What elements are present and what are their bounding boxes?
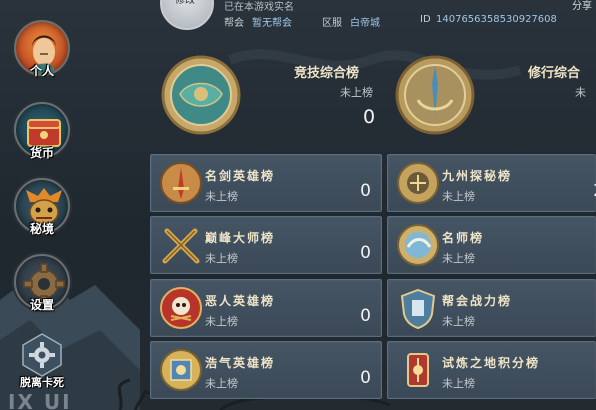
- avatar-edit-label[interactable]: 修改: [175, 0, 195, 6]
- ranking-card[interactable]: 名剑英雄榜 未上榜 0: [150, 154, 382, 212]
- server-value: 白帝城: [350, 18, 380, 29]
- unstuck-gear-icon: [19, 332, 65, 378]
- ranking-title: 恶人英雄榜: [205, 294, 276, 308]
- ranking-title: 试炼之地积分榜: [442, 356, 541, 370]
- sidebar-item-currency-label: 货币: [29, 146, 54, 160]
- explorer-emblem-icon: [397, 162, 439, 204]
- jade-medal-icon: [161, 55, 241, 135]
- ranking-status: 未上榜: [442, 315, 475, 328]
- share-button[interactable]: 分享: [572, 0, 592, 12]
- ranking-arena-overall[interactable]: 竞技综合榜 未上榜 0: [160, 54, 382, 144]
- player-header: 修改 已在本游戏实名 帮会 暂无帮会 区服 白帝城 ID 14076563585…: [160, 0, 596, 30]
- avatar[interactable]: 修改: [160, 0, 214, 30]
- skull-emblem-icon: [160, 287, 202, 329]
- ranking-status: 未: [575, 86, 586, 99]
- ranking-status: 未上榜: [205, 252, 238, 265]
- guild-label: 帮会: [224, 18, 244, 29]
- ranking-value: 0: [360, 181, 371, 201]
- server-label: 区服: [322, 18, 342, 29]
- ranking-cultivation-overall[interactable]: 修行综合 未: [394, 54, 596, 144]
- ranking-value: 0: [360, 306, 371, 326]
- ranking-card[interactable]: 浩气英雄榜 未上榜 0: [150, 341, 382, 399]
- ranking-value: 0: [360, 368, 371, 388]
- master-emblem-icon: [397, 224, 439, 266]
- ranking-status: 未上榜: [442, 377, 475, 390]
- ranking-card[interactable]: 帮会战力榜 未上榜: [387, 279, 596, 337]
- ranking-title: 竞技综合榜: [294, 66, 360, 81]
- ranking-value: 0: [363, 106, 376, 128]
- sidebar-item-secret-realm-label: 秘境: [29, 222, 54, 236]
- gold-medal-icon: [395, 55, 475, 135]
- sidebar-item-currency[interactable]: 货币: [10, 102, 74, 176]
- ranking-status: 未上榜: [205, 315, 238, 328]
- ranking-card[interactable]: 九州探秘榜 未上榜 2: [387, 154, 596, 212]
- sidebar-item-personal[interactable]: 个人: [10, 20, 74, 94]
- sidebar: 个人 货币 秘境 设置 脱离卡死: [0, 20, 90, 410]
- ranking-card[interactable]: 名师榜 未上榜: [387, 216, 596, 274]
- ranking-card[interactable]: 巅峰大师榜 未上榜 0: [150, 216, 382, 274]
- id-value: 1407656358530927608: [436, 14, 557, 25]
- ranking-status: 未上榜: [205, 190, 238, 203]
- ranking-card[interactable]: 试炼之地积分榜 未上榜: [387, 341, 596, 399]
- guild-value: 暂无帮会: [252, 18, 292, 29]
- ranking-value: 0: [360, 243, 371, 263]
- ranking-status: 未上榜: [340, 86, 373, 99]
- sidebar-item-secret-realm[interactable]: 秘境: [10, 178, 74, 252]
- ranking-card[interactable]: 恶人英雄榜 未上榜 0: [150, 279, 382, 337]
- ranking-title: 浩气英雄榜: [205, 356, 276, 370]
- ranking-status: 未上榜: [205, 377, 238, 390]
- id-label: ID: [420, 14, 431, 25]
- sidebar-item-unstuck-label: 脱离卡死: [20, 376, 64, 389]
- background-glyph: IX UI: [8, 390, 72, 410]
- sidebar-item-settings[interactable]: 设置: [10, 254, 74, 328]
- sidebar-item-personal-label: 个人: [29, 64, 54, 78]
- guild-shield-icon: [400, 288, 436, 330]
- righteous-emblem-icon: [160, 349, 202, 391]
- ranking-status: 未上榜: [442, 252, 475, 265]
- trial-emblem-icon: [407, 353, 429, 387]
- ranking-title: 巅峰大师榜: [205, 231, 276, 245]
- ranking-title: 名剑英雄榜: [205, 169, 276, 183]
- ranking-title: 帮会战力榜: [442, 294, 513, 308]
- realname-status: 已在本游戏实名: [224, 2, 294, 13]
- ranking-title: 九州探秘榜: [442, 169, 513, 183]
- ranking-title: 修行综合: [528, 66, 581, 81]
- ranking-status: 未上榜: [442, 190, 475, 203]
- sword-emblem-icon: [160, 162, 202, 204]
- crossed-swords-icon: [162, 228, 200, 264]
- ranking-title: 名师榜: [442, 231, 485, 245]
- sidebar-item-settings-label: 设置: [29, 298, 54, 312]
